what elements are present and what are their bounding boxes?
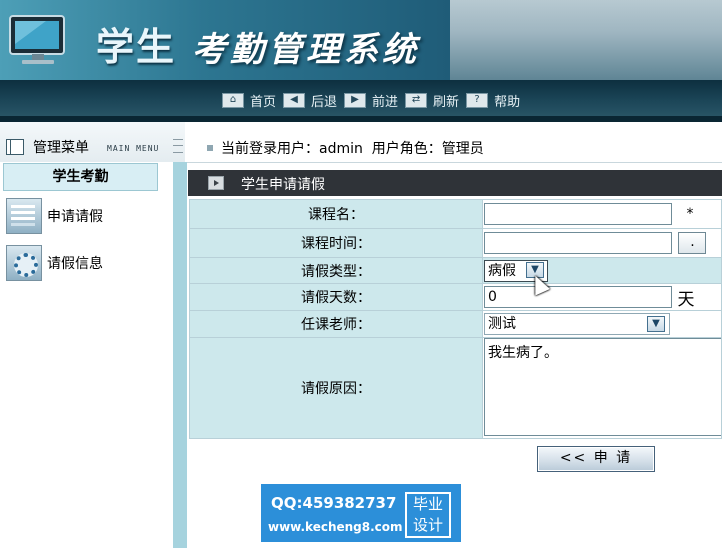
nav-home-label: 首页: [250, 94, 277, 110]
menu-panel-icon: [6, 139, 24, 155]
sidebar-item-leave-info[interactable]: 请假信息: [6, 245, 103, 281]
home-icon: ⌂: [222, 92, 244, 108]
sidebar-item-label: 申请请假: [47, 209, 103, 225]
leave-days-label: 请假天数：: [189, 283, 483, 311]
sidebar-item-apply-leave[interactable]: 申请请假: [6, 198, 103, 234]
back-arrow-icon: ◀: [283, 92, 306, 108]
course-name-input[interactable]: [484, 203, 672, 225]
leave-days-cell: 0 天: [482, 283, 722, 311]
menu-subtitle: MAIN MENU: [107, 144, 160, 153]
teacher-label: 任课老师：: [189, 310, 483, 338]
monitor-icon: [9, 15, 65, 64]
nav-refresh-label: 刷新: [433, 94, 460, 110]
reason-label: 请假原因：: [189, 337, 483, 439]
leave-type-cell: 病假 ▼: [482, 257, 722, 284]
watermark-badge-line2: 设计: [412, 516, 443, 534]
leave-type-value: 病假: [488, 262, 516, 279]
nav-back-label: 后退: [311, 94, 338, 110]
nav-forward-button[interactable]: ▶ 前进: [344, 91, 398, 110]
menu-collapse-icon[interactable]: [173, 139, 183, 153]
play-icon: [208, 176, 224, 190]
required-mark: *: [686, 206, 694, 222]
course-time-input[interactable]: [484, 232, 672, 254]
sidebar-section-title: 学生考勤: [3, 163, 158, 191]
leave-type-label: 请假类型：: [189, 257, 483, 284]
current-user-info: 当前登录用户：admin 用户角色：管理员: [221, 141, 484, 157]
watermark-qq: QQ:459382737: [271, 494, 397, 512]
app-title-accent: 考勤管理系统: [192, 30, 420, 70]
menu-title: 管理菜单: [33, 140, 89, 156]
sidebar-item-label: 请假信息: [47, 256, 103, 272]
course-time-cell: .: [482, 228, 722, 258]
nav-forward-label: 前进: [372, 94, 399, 110]
leave-days-input[interactable]: 0: [484, 286, 672, 308]
nav-home-button[interactable]: ⌂ 首页: [222, 91, 276, 110]
course-time-picker-button[interactable]: .: [678, 232, 707, 254]
leave-days-unit: 天: [677, 289, 695, 310]
menu-header: [0, 122, 185, 162]
calculator-icon: [6, 198, 42, 234]
watermark-badge-line1: 毕业: [412, 495, 443, 513]
help-icon: ?: [466, 92, 489, 108]
reason-cell: 我生病了。: [482, 337, 722, 439]
sidebar-divider-bar: [173, 162, 187, 548]
reason-textarea[interactable]: 我生病了。: [484, 338, 721, 436]
top-navigation-items: ⌂ 首页 ◀ 后退 ▶ 前进 ⇄ 刷新 ? 帮助: [222, 91, 527, 110]
refresh-icon: ⇄: [405, 92, 428, 108]
chevron-down-icon[interactable]: ▼: [647, 316, 665, 332]
teacher-cell: 测试 ▼: [482, 310, 722, 338]
forward-arrow-icon: ▶: [344, 92, 367, 108]
nav-help-button[interactable]: ? 帮助: [466, 91, 520, 110]
apply-submit-button[interactable]: << 申 请: [537, 446, 655, 472]
watermark-badge: 毕业 设计: [405, 492, 451, 538]
gear-icon: [6, 245, 42, 281]
header-banner: 学生 考勤管理系统: [0, 0, 722, 80]
course-time-label: 课程时间：: [189, 228, 483, 258]
course-name-label: 课程名：: [189, 199, 483, 229]
leave-application-form: 课程名： * 课程时间： . 请假类型： 病假 ▼ 请假天数： 0 天 任课老师…: [189, 199, 722, 439]
teacher-select[interactable]: 测试: [484, 313, 670, 335]
nav-refresh-button[interactable]: ⇄ 刷新: [405, 91, 459, 110]
nav-back-button[interactable]: ◀ 后退: [283, 91, 337, 110]
app-title-main: 学生: [96, 24, 177, 69]
content-title: 学生申请请假: [241, 177, 325, 193]
watermark-url: www.kecheng8.com: [268, 520, 403, 534]
course-name-cell: *: [482, 199, 722, 229]
banner-right-panel: [450, 0, 722, 80]
bullet-icon: [207, 145, 213, 151]
nav-help-label: 帮助: [494, 94, 521, 110]
teacher-value: 测试: [488, 316, 516, 332]
